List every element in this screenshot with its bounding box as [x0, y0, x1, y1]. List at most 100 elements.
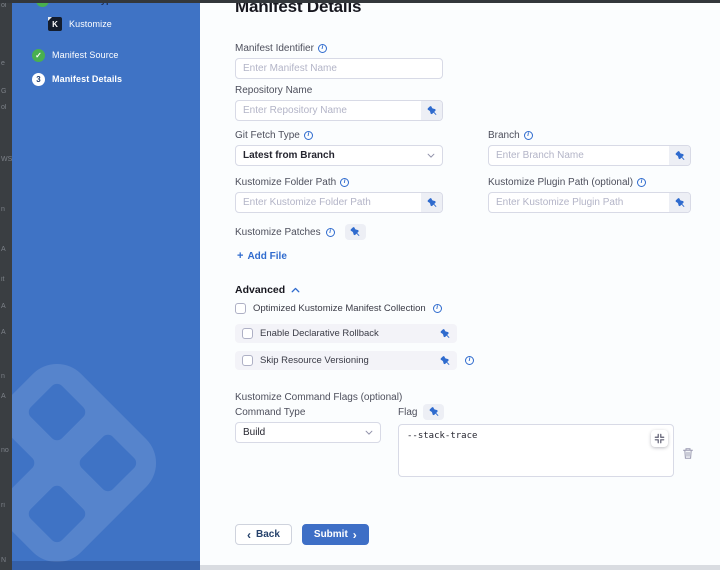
- skip-versioning-label: Skip Resource Versioning: [260, 355, 433, 366]
- branch-field: Branch: [488, 130, 691, 166]
- background-text-fragment: it: [1, 276, 5, 283]
- declarative-rollback-label: Enable Declarative Rollback: [260, 328, 433, 339]
- logo-hole: [12, 432, 37, 494]
- logo-hole: [77, 432, 139, 494]
- kustomize-plugin-path-field: Kustomize Plugin Path (optional): [488, 177, 691, 213]
- background-text-fragment: n: [1, 373, 5, 380]
- manifest-identifier-input[interactable]: [236, 59, 442, 78]
- wizard-steps-sidebar: Manifest Type K Kustomize Manifest Sourc…: [12, 3, 200, 570]
- harness-logo-watermark: [12, 350, 170, 570]
- logo-hole: [26, 483, 88, 545]
- background-text-fragment: e: [1, 60, 5, 67]
- background-text-fragment: A: [1, 303, 6, 310]
- background-text-fragment: A: [1, 329, 6, 336]
- git-fetch-type-select[interactable]: Latest from Branch: [235, 145, 443, 166]
- kustomize-folder-path-input[interactable]: [236, 193, 421, 212]
- command-type-select[interactable]: Build: [235, 422, 381, 443]
- declarative-rollback-row: Enable Declarative Rollback: [235, 324, 457, 343]
- flag-value-editor[interactable]: --stack-trace: [399, 425, 673, 476]
- background-text-fragment: no: [1, 447, 9, 454]
- chevron-down-icon: [365, 429, 373, 437]
- kustomize-icon: K: [48, 17, 62, 31]
- plus-icon: +: [237, 251, 243, 262]
- background-text-fragment: G: [1, 88, 6, 95]
- flag-field: Flag --stack-trace: [398, 404, 674, 477]
- submit-button[interactable]: Submit: [302, 524, 369, 545]
- delete-flag-button[interactable]: [682, 447, 694, 460]
- info-icon[interactable]: [318, 44, 327, 53]
- background-text-fragment: N: [1, 557, 6, 564]
- step-manifest-source[interactable]: Manifest Source: [32, 48, 119, 62]
- chevron-left-icon: [247, 528, 251, 542]
- step-label: Manifest Details: [52, 74, 122, 84]
- runtime-input-pin-button[interactable]: [669, 193, 690, 212]
- kustomize-plugin-path-input[interactable]: [489, 193, 669, 212]
- info-icon[interactable]: [433, 304, 442, 313]
- manifest-wizard-modal: oleGolWSnAitAAnAnoriN Manifest Type K Ku…: [0, 0, 720, 570]
- advanced-section-toggle[interactable]: Advanced: [235, 284, 300, 296]
- step-kustomize[interactable]: K Kustomize: [48, 17, 112, 31]
- info-icon[interactable]: [340, 178, 349, 187]
- background-text-fragment: A: [1, 393, 6, 400]
- kustomize-plugin-path-label: Kustomize Plugin Path (optional): [488, 177, 633, 188]
- manifest-details-panel: Manifest Details Manifest Identifier Rep…: [200, 3, 720, 570]
- background-text-fragment: WS: [1, 156, 12, 163]
- runtime-input-pin-button[interactable]: [345, 224, 366, 240]
- step-label: Manifest Type: [56, 3, 117, 5]
- optimized-collection-checkbox[interactable]: [235, 303, 246, 314]
- branch-input[interactable]: [489, 146, 669, 165]
- step-manifest-type[interactable]: Manifest Type: [36, 3, 117, 7]
- optimized-collection-row: Optimized Kustomize Manifest Collection: [235, 303, 442, 314]
- footer-buttons: Back Submit: [235, 524, 369, 545]
- dimmed-background-page: oleGolWSnAitAAnAnoriN: [0, 0, 12, 570]
- step-label: Manifest Source: [52, 50, 119, 60]
- selected-value: Latest from Branch: [243, 150, 335, 161]
- info-icon[interactable]: [326, 228, 335, 237]
- kustomize-folder-path-label: Kustomize Folder Path: [235, 177, 336, 188]
- check-icon: [32, 49, 45, 62]
- check-icon: [36, 3, 49, 7]
- repository-name-field: Repository Name: [235, 85, 443, 121]
- runtime-input-pin-button[interactable]: [421, 193, 442, 212]
- info-icon[interactable]: [465, 356, 474, 365]
- optimized-collection-label: Optimized Kustomize Manifest Collection: [253, 303, 426, 314]
- runtime-input-pin-button[interactable]: [421, 101, 442, 120]
- runtime-input-pin-button[interactable]: [440, 329, 450, 339]
- skip-versioning-checkbox[interactable]: [242, 355, 253, 366]
- step-manifest-details[interactable]: 3 Manifest Details: [32, 72, 122, 86]
- command-type-label: Command Type: [235, 407, 305, 418]
- runtime-input-pin-button[interactable]: [440, 356, 450, 366]
- info-icon[interactable]: [304, 131, 313, 140]
- window-top-edge: [0, 0, 720, 3]
- add-file-button[interactable]: + Add File: [237, 251, 287, 262]
- repository-name-input[interactable]: [236, 101, 421, 120]
- logo-hole: [26, 381, 88, 443]
- runtime-input-pin-button[interactable]: [423, 404, 444, 420]
- command-flags-section: Kustomize Command Flags (optional): [235, 387, 402, 405]
- step-label: Kustomize: [69, 19, 112, 29]
- add-file-row: + Add File: [237, 246, 287, 264]
- declarative-rollback-checkbox[interactable]: [242, 328, 253, 339]
- advanced-label: Advanced: [235, 284, 285, 296]
- git-fetch-type-label: Git Fetch Type: [235, 130, 300, 141]
- selected-value: Build: [243, 427, 265, 438]
- chevron-right-icon: [353, 528, 357, 542]
- background-text-fragment: n: [1, 206, 5, 213]
- kustomize-patches-field: Kustomize Patches: [235, 224, 366, 240]
- expand-editor-button[interactable]: [651, 430, 668, 447]
- manifest-identifier-field: Manifest Identifier: [235, 43, 443, 79]
- background-text-fragment: ol: [1, 104, 6, 111]
- expand-icon: [654, 433, 665, 444]
- branch-label: Branch: [488, 130, 520, 141]
- background-text-fragment: A: [1, 246, 6, 253]
- info-icon[interactable]: [524, 131, 533, 140]
- kustomize-patches-label: Kustomize Patches: [235, 227, 321, 238]
- kustomize-folder-path-field: Kustomize Folder Path: [235, 177, 443, 213]
- background-text-fragment: ri: [1, 502, 5, 509]
- runtime-input-pin-button[interactable]: [669, 146, 690, 165]
- back-button[interactable]: Back: [235, 524, 292, 545]
- repository-name-label: Repository Name: [235, 85, 312, 96]
- skip-versioning-row: Skip Resource Versioning: [235, 351, 474, 370]
- info-icon[interactable]: [637, 178, 646, 187]
- chevron-up-icon: [291, 286, 300, 295]
